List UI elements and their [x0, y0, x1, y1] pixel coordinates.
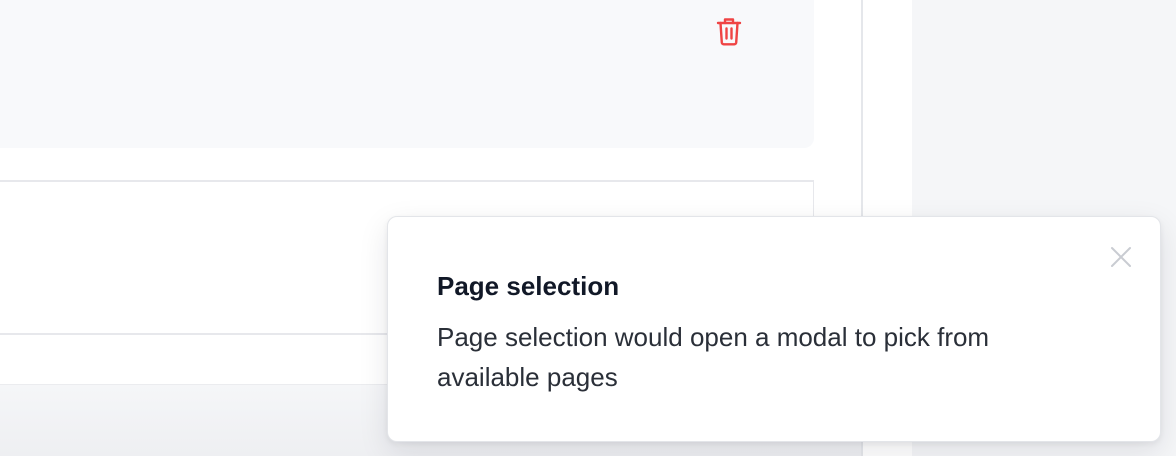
trash-icon: [716, 16, 742, 51]
content-card: [0, 0, 814, 148]
toast-message: Page selection would open a modal to pic…: [437, 322, 990, 392]
toast-close-button[interactable]: [1106, 244, 1136, 274]
toast-title: Page selection: [437, 271, 620, 301]
close-icon: [1110, 246, 1132, 273]
delete-button[interactable]: [713, 16, 745, 50]
toast-notification: Page selection Page selection would open…: [387, 216, 1161, 442]
